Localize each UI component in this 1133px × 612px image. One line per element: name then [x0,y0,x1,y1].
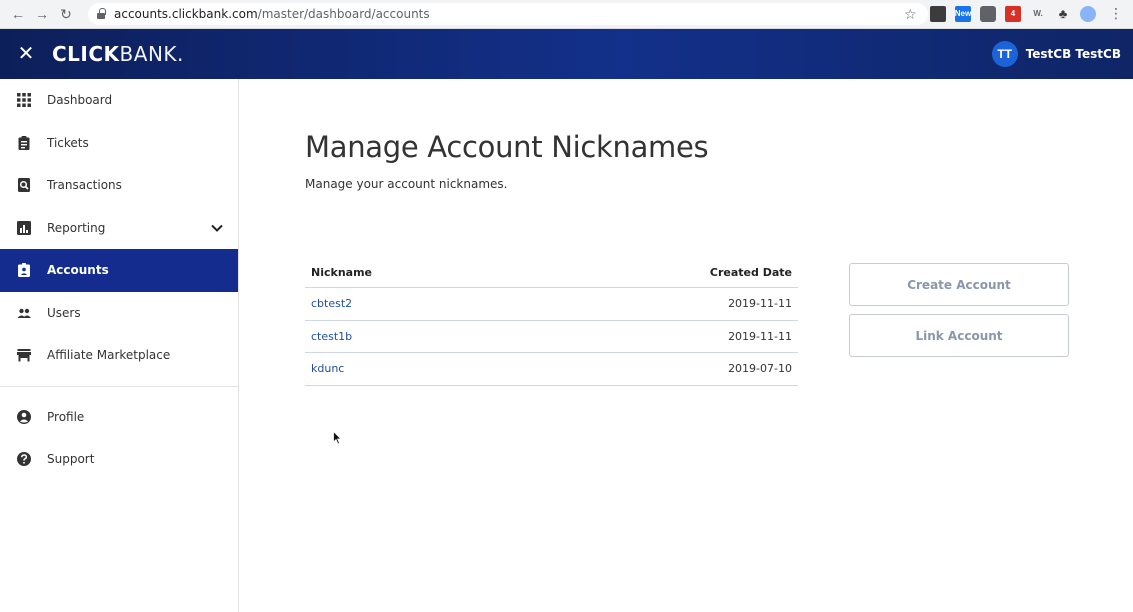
url-path: /master/dashboard/accounts [257,7,430,21]
extension-new-icon[interactable]: New [955,5,971,22]
created-date: 2019-07-10 [728,362,792,376]
sidebar-item-label: Users [47,305,81,320]
url-host: accounts.clickbank.com [114,7,258,21]
back-arrow-icon[interactable]: ← [8,4,28,24]
close-icon[interactable]: ✕ [0,29,52,79]
browser-toolbar: ← → ↻ accounts.clickbank.com/master/dash… [0,0,1133,29]
link-account-button[interactable]: Link Account [849,314,1069,357]
mouse-cursor-icon [333,431,342,445]
reload-icon[interactable]: ↻ [56,4,76,24]
user-menu[interactable]: TT TestCB TestCB [991,41,1121,67]
address-bar[interactable]: accounts.clickbank.com/master/dashboard/… [88,3,928,25]
sidebar-divider [0,385,238,387]
store-icon [17,348,31,362]
table-row: ctest1b 2019-11-11 [305,321,798,353]
sidebar-item-label: Tickets [47,135,89,150]
logo-bold-text: CLICK [52,42,120,66]
sidebar-item-tickets[interactable]: Tickets [0,122,238,165]
kebab-menu-icon[interactable]: ⋮ [1109,5,1123,22]
table-row: kdunc 2019-07-10 [305,353,798,386]
sidebar-item-label: Affiliate Marketplace [47,348,171,363]
sidebar-item-label: Reporting [47,220,106,235]
sidebar-item-reporting[interactable]: Reporting [0,207,238,250]
table-header-row: Nickname Created Date [305,258,798,288]
created-date: 2019-11-11 [728,297,792,311]
app-header: ✕ CLICKBANK. TT TestCB TestCB [0,29,1133,79]
logo-light-text: BANK. [119,42,184,66]
nickname-link[interactable]: ctest1b [311,330,352,343]
extension-icons: New 4 W. ♣ ⋮ [930,5,1123,22]
users-icon [17,306,31,320]
extension-w-icon[interactable]: W. [1030,6,1046,22]
receipt-search-icon [17,178,31,193]
lock-icon [96,8,106,20]
sidebar-item-support[interactable]: Support [0,438,238,481]
sidebar-item-label: Accounts [47,263,109,278]
create-account-button[interactable]: Create Account [849,263,1069,306]
sidebar-item-affiliate-marketplace[interactable]: Affiliate Marketplace [0,334,238,377]
sidebar: Dashboard Tickets Transactions Reporting… [0,79,239,612]
user-name: TestCB TestCB [1025,47,1121,61]
sidebar-item-dashboard[interactable]: Dashboard [0,79,238,122]
sidebar-item-profile[interactable]: Profile [0,396,238,439]
clipboard-icon [17,135,31,150]
bookmark-star-icon[interactable]: ☆ [904,6,917,22]
sidebar-item-label: Dashboard [47,93,113,108]
column-header-nickname[interactable]: Nickname [311,266,372,279]
sidebar-item-label: Transactions [47,178,122,193]
column-header-created-date[interactable]: Created Date [710,266,792,279]
sidebar-item-label: Profile [47,409,85,424]
nickname-link[interactable]: kdunc [311,362,344,375]
accounts-table: Nickname Created Date cbtest2 2019-11-11… [305,258,798,386]
table-row: cbtest2 2019-11-11 [305,288,798,321]
help-circle-icon [17,452,31,467]
extension-red-icon[interactable]: 4 [1005,5,1021,22]
clickbank-logo[interactable]: CLICKBANK. [52,42,184,66]
id-badge-icon [17,263,31,278]
bar-chart-icon [17,220,31,235]
page-subtitle: Manage your account nicknames. [305,177,508,191]
camera-icon[interactable] [980,5,996,22]
profile-avatar-icon[interactable] [1080,5,1096,22]
sidebar-item-accounts[interactable]: Accounts [0,249,238,292]
grid-icon [17,93,31,108]
chevron-down-icon[interactable] [210,221,224,235]
extension-1-icon[interactable] [930,5,946,22]
nickname-link[interactable]: cbtest2 [311,297,352,310]
created-date: 2019-11-11 [728,329,792,343]
user-circle-icon [17,409,31,424]
avatar: TT [991,41,1018,67]
sidebar-item-transactions[interactable]: Transactions [0,164,238,207]
page-title: Manage Account Nicknames [305,130,709,164]
sidebar-item-users[interactable]: Users [0,292,238,335]
forward-arrow-icon[interactable]: → [32,4,52,24]
puzzle-icon[interactable]: ♣ [1055,6,1071,22]
sidebar-item-label: Support [47,452,95,467]
